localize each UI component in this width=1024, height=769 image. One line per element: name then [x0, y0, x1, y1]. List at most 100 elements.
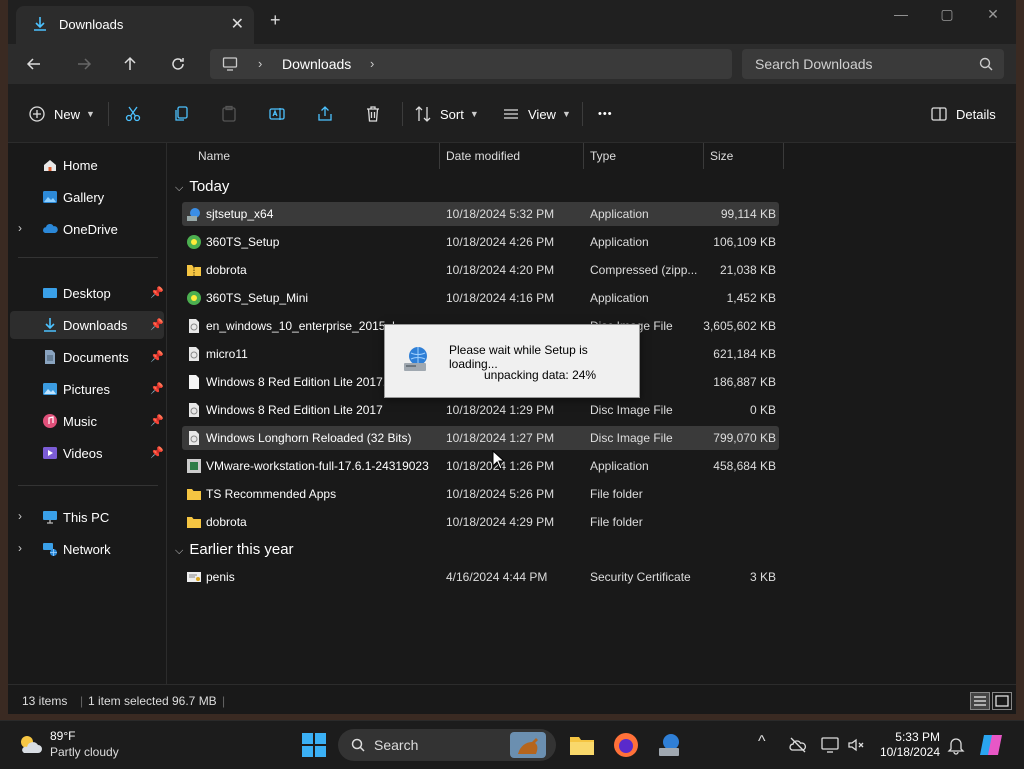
sidebar-item-label: Documents	[63, 350, 129, 365]
folder-icon	[187, 489, 201, 500]
chevron-down-icon: ▼	[86, 109, 95, 119]
sort-button[interactable]: Sort ▼	[414, 104, 479, 124]
group-header-today[interactable]: ⌵ Today	[175, 178, 229, 195]
weather-condition: Partly cloudy	[50, 745, 119, 759]
cut-button[interactable]	[124, 104, 142, 124]
display-icon[interactable]	[820, 735, 840, 755]
share-button[interactable]	[316, 104, 334, 124]
details-button[interactable]: Details	[930, 104, 996, 124]
sidebar-item-documents[interactable]: Documents 📌	[10, 343, 164, 371]
sidebar-item-videos[interactable]: Videos 📌	[10, 439, 164, 467]
copy-button[interactable]	[172, 104, 190, 124]
column-header-name[interactable]: Name	[198, 149, 230, 163]
table-row[interactable]: VMware-workstation-full-17.6.1-24319023 …	[182, 454, 779, 478]
sidebar-item-music[interactable]: Music 📌	[10, 407, 164, 435]
column-divider[interactable]	[439, 143, 440, 169]
table-row[interactable]: penis 4/16/2024 4:44 PM Security Certifi…	[182, 565, 779, 589]
table-row[interactable]: dobrota 10/18/2024 4:20 PM Compressed (z…	[182, 258, 779, 282]
chevron-right-icon[interactable]: ›	[18, 221, 22, 235]
column-divider[interactable]	[783, 143, 784, 169]
windows-start-icon[interactable]	[300, 731, 328, 759]
column-header-type[interactable]: Type	[590, 149, 616, 163]
setup-app-icon[interactable]	[656, 731, 684, 759]
command-bar: New ▼ Sort ▼ View ▼ ••• Details	[8, 84, 1016, 143]
column-header-size[interactable]: Size	[710, 149, 733, 163]
sidebar-item-label: Music	[63, 414, 97, 429]
table-row[interactable]: Windows 8 Red Edition Lite 2017 10/18/20…	[182, 398, 779, 422]
sort-label: Sort	[440, 106, 464, 122]
table-row[interactable]: TS Recommended Apps 10/18/2024 5:26 PM F…	[182, 482, 779, 506]
onedrive-offline-icon[interactable]	[788, 735, 808, 755]
delete-button[interactable]	[364, 104, 382, 124]
close-button[interactable]: ✕	[970, 6, 1016, 23]
sidebar-item-downloads[interactable]: Downloads 📌	[10, 311, 164, 339]
sidebar-item-gallery[interactable]: Gallery	[10, 183, 164, 211]
navigation-bar: › Downloads › Search Downloads	[8, 44, 1016, 84]
table-row[interactable]: dobrota 10/18/2024 4:29 PM File folder	[182, 510, 779, 534]
pin-icon[interactable]: 📌	[150, 318, 164, 331]
firefox-icon[interactable]	[612, 731, 640, 759]
more-options-button[interactable]: •••	[598, 104, 613, 124]
pin-icon[interactable]: 📌	[150, 446, 164, 459]
pin-icon[interactable]: 📌	[150, 382, 164, 395]
pin-icon[interactable]: 📌	[150, 286, 164, 299]
table-row[interactable]: 360TS_Setup_Mini 10/18/2024 4:16 PM Appl…	[182, 286, 779, 310]
column-header-date[interactable]: Date modified	[446, 149, 520, 163]
column-divider[interactable]	[703, 143, 704, 169]
pin-icon[interactable]: 📌	[150, 414, 164, 427]
desktop-icon	[43, 288, 57, 298]
back-button[interactable]	[18, 52, 50, 76]
sidebar-item-label: Home	[63, 158, 98, 173]
copilot-icon[interactable]	[978, 731, 1006, 759]
chevron-right-icon[interactable]: ›	[370, 56, 374, 71]
sidebar-item-pictures[interactable]: Pictures 📌	[10, 375, 164, 403]
new-button[interactable]: New ▼	[28, 104, 95, 124]
chevron-right-icon[interactable]: ›	[18, 541, 22, 555]
chevron-right-icon[interactable]: ›	[258, 56, 262, 71]
chevron-right-icon[interactable]: ›	[18, 509, 22, 523]
tiles-view-button[interactable]	[992, 692, 1012, 710]
system-clock[interactable]: 5:33 PM 10/18/2024	[878, 730, 940, 760]
pin-icon[interactable]: 📌	[150, 350, 164, 363]
table-row[interactable]: Windows Longhorn Reloaded (32 Bits) 10/1…	[182, 426, 779, 450]
taskbar-search-label: Search	[374, 737, 419, 753]
column-divider[interactable]	[583, 143, 584, 169]
sort-icon	[415, 106, 431, 122]
maximize-button[interactable]: ▢	[924, 6, 970, 23]
up-button[interactable]	[114, 52, 146, 76]
sidebar-item-home[interactable]: Home	[10, 151, 164, 179]
forward-button[interactable]	[68, 52, 100, 76]
details-view-button[interactable]	[970, 692, 990, 710]
download-icon	[34, 17, 46, 31]
group-header-earlier[interactable]: ⌵ Earlier this year	[175, 541, 294, 558]
breadcrumb-downloads[interactable]: Downloads	[282, 56, 351, 72]
paste-button[interactable]	[220, 104, 238, 124]
rename-button[interactable]	[268, 104, 286, 124]
refresh-button[interactable]	[162, 52, 194, 76]
sidebar-item-this-pc[interactable]: › This PC	[10, 503, 164, 531]
new-tab-button[interactable]: +	[270, 11, 281, 29]
search-box[interactable]: Search Downloads	[742, 49, 1004, 79]
sidebar-item-network[interactable]: › Network	[10, 535, 164, 563]
table-row[interactable]: 360TS_Setup 10/18/2024 4:26 PM Applicati…	[182, 230, 779, 254]
search-highlight-kangaroo-icon	[510, 732, 546, 758]
tab-downloads[interactable]: Downloads ✕	[16, 6, 254, 44]
sidebar-item-onedrive[interactable]: › OneDrive	[10, 215, 164, 243]
new-label: New	[54, 106, 81, 122]
chevron-up-icon[interactable]: ^	[758, 733, 766, 751]
setup-app-icon	[187, 208, 200, 221]
sidebar-item-desktop[interactable]: Desktop 📌	[10, 279, 164, 307]
view-list-icon	[504, 109, 518, 119]
address-bar[interactable]: › Downloads ›	[210, 49, 732, 79]
divider	[18, 485, 158, 486]
notification-bell-icon[interactable]	[946, 735, 966, 755]
minimize-button[interactable]: —	[878, 6, 924, 22]
file-explorer-icon[interactable]	[568, 731, 596, 759]
taskbar-search[interactable]: Search	[338, 729, 556, 761]
view-button[interactable]: View ▼	[502, 104, 571, 124]
tab-close-button[interactable]: ✕	[231, 14, 244, 34]
table-row[interactable]: sjtsetup_x64 10/18/2024 5:32 PM Applicat…	[182, 202, 779, 226]
volume-muted-icon[interactable]	[846, 735, 866, 755]
pictures-icon	[43, 383, 57, 395]
taskbar: 89°F Partly cloudy Search ^ 5:33 PM 10/1…	[0, 720, 1024, 769]
